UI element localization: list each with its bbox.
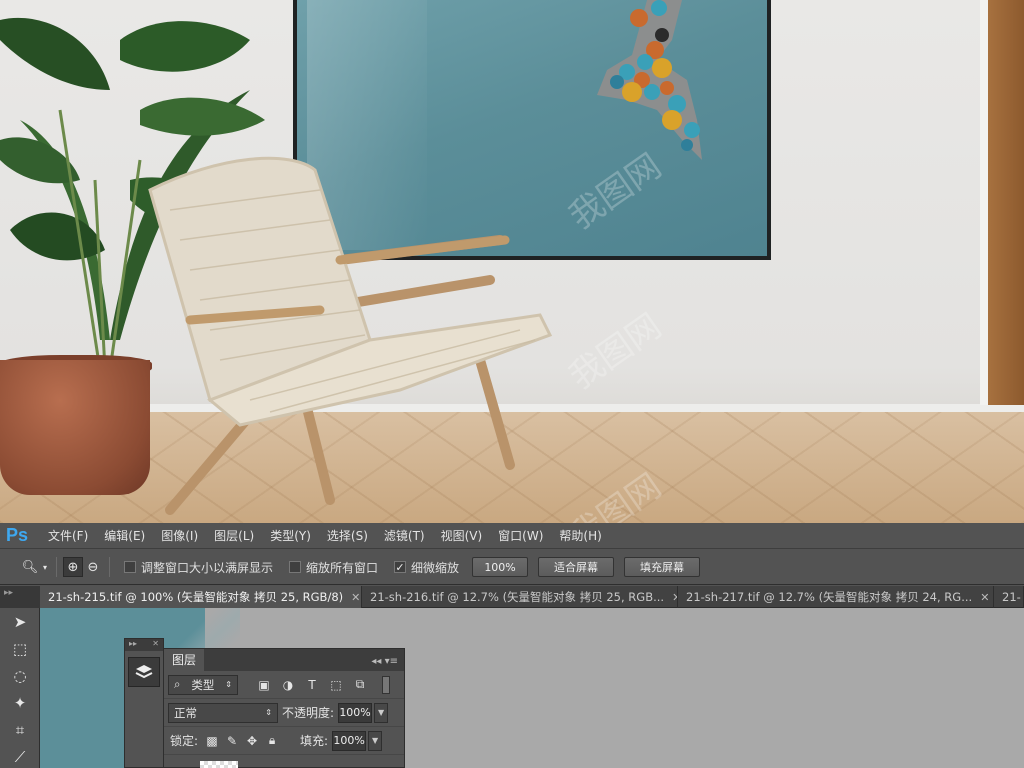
- magic-wand-tool-icon[interactable]: ✦: [0, 689, 40, 716]
- menu-image[interactable]: 图像(I): [153, 527, 206, 544]
- filter-toggle[interactable]: [382, 675, 390, 694]
- filter-type-select[interactable]: ⌕ 类型 ⇕: [168, 674, 238, 695]
- document-tab-bar: ▸▸ 21-sh-215.tif @ 100% (矢量智能对象 拷贝 25, R…: [0, 586, 1024, 608]
- options-bar: 🔍︎ ▾ ⊕ ⊖ 调整窗口大小以满屏显示 缩放所有窗口 ✓ 细微缩放 100% …: [0, 550, 1024, 585]
- eyedropper-tool-icon[interactable]: ⟋: [0, 743, 40, 768]
- beaded-bird-sculpture: [597, 0, 702, 160]
- menu-help[interactable]: 帮助(H): [551, 527, 609, 544]
- move-tool-icon[interactable]: ➤: [0, 608, 40, 635]
- layer-filter-row: ⌕ 类型 ⇕ ▣ ◑ T ⬚ ⧉: [164, 671, 404, 699]
- adjustment-filter-icon[interactable]: ◑: [276, 678, 300, 692]
- menu-layer[interactable]: 图层(L): [206, 527, 262, 544]
- zoom-tool-preset-icon[interactable]: 🔍︎: [20, 557, 40, 577]
- blend-mode-value: 正常: [174, 705, 197, 720]
- lock-pixels-icon[interactable]: ✎: [222, 734, 242, 748]
- checkbox-checked[interactable]: ✓: [394, 561, 407, 574]
- scrubby-zoom-label: 细微缩放: [411, 560, 460, 575]
- layers-panel-header: 图层 ◂◂ ▾≡: [164, 649, 404, 671]
- tools-panel: ➤ ⬚ ◌ ✦ ⌗ ⟋: [0, 608, 40, 768]
- blend-mode-select[interactable]: 正常 ⇕: [168, 702, 278, 723]
- zoom-100-button[interactable]: 100%: [472, 557, 529, 577]
- lock-fill-row: 锁定: ▩ ✎ ✥ 🔒︎ 填充: 100% ▼: [164, 727, 404, 755]
- panel-menu-icon[interactable]: ◂◂ ▾≡: [371, 656, 404, 671]
- shape-filter-icon[interactable]: ⬚: [324, 678, 348, 692]
- lasso-tool-icon[interactable]: ◌: [0, 662, 40, 689]
- collapsed-panel-dock: ▸▸ ✕: [124, 638, 164, 768]
- opacity-input[interactable]: 100%: [338, 702, 373, 723]
- lock-position-icon[interactable]: ✥: [242, 734, 262, 748]
- doc-tab-overflow[interactable]: 21-: [994, 586, 1024, 608]
- chevron-down-icon[interactable]: ▼: [368, 730, 383, 751]
- resize-windows-label: 调整窗口大小以满屏显示: [141, 560, 274, 575]
- door-trim: [980, 0, 988, 405]
- lock-label: 锁定:: [170, 734, 199, 748]
- pixel-filter-icon[interactable]: ▣: [252, 678, 276, 692]
- resize-windows-checkbox[interactable]: 调整窗口大小以满屏显示: [124, 559, 273, 576]
- search-icon: ⌕: [174, 677, 181, 691]
- menu-window[interactable]: 窗口(W): [490, 527, 551, 544]
- menu-edit[interactable]: 编辑(E): [96, 527, 153, 544]
- separator: [109, 557, 110, 577]
- menu-filter[interactable]: 滤镜(T): [376, 527, 433, 544]
- lock-transparency-icon[interactable]: ▩: [202, 734, 222, 748]
- blend-opacity-row: 正常 ⇕ 不透明度: 100% ▼: [164, 699, 404, 727]
- doc-tab-215[interactable]: 21-sh-215.tif @ 100% (矢量智能对象 拷贝 25, RGB/…: [40, 586, 362, 608]
- dock-header[interactable]: ▸▸ ✕: [125, 639, 163, 651]
- zoom-all-label: 缩放所有窗口: [306, 560, 379, 575]
- crop-tool-icon[interactable]: ⌗: [0, 716, 40, 743]
- collapse-toolbar-icon[interactable]: ▸▸: [0, 586, 40, 608]
- marquee-tool-icon[interactable]: ⬚: [0, 635, 40, 662]
- menu-file[interactable]: 文件(F): [40, 527, 96, 544]
- layer-thumbnail[interactable]: [200, 761, 238, 768]
- fill-screen-button[interactable]: 填充屏幕: [624, 557, 701, 577]
- fill-input[interactable]: 100%: [332, 730, 367, 751]
- layers-tab[interactable]: 图层: [164, 649, 205, 671]
- checkbox-box[interactable]: [289, 561, 302, 573]
- separator: [56, 557, 57, 577]
- menu-type[interactable]: 类型(Y): [262, 527, 319, 544]
- filter-type-value: 类型: [191, 677, 215, 692]
- preset-dropdown-icon[interactable]: ▾: [40, 557, 50, 577]
- fill-label: 填充:: [300, 734, 329, 748]
- zoom-out-icon[interactable]: ⊖: [83, 557, 103, 577]
- tab-label: 21-sh-217.tif @ 12.7% (矢量智能对象 拷贝 24, RG.…: [686, 590, 973, 604]
- wooden-door: [988, 0, 1024, 405]
- menu-bar: Ps 文件(F) 编辑(E) 图像(I) 图层(L) 类型(Y) 选择(S) 滤…: [0, 523, 1024, 549]
- photoshop-logo: Ps: [6, 525, 29, 545]
- chevron-down-icon[interactable]: ▼: [374, 702, 389, 723]
- doc-tab-216[interactable]: 21-sh-216.tif @ 12.7% (矢量智能对象 拷贝 25, RGB…: [362, 586, 678, 608]
- fit-screen-button[interactable]: 适合屏幕: [538, 557, 615, 577]
- checkbox-box[interactable]: [124, 561, 136, 573]
- tab-label: 21-sh-215.tif @ 100% (矢量智能对象 拷贝 25, RGB/…: [48, 590, 344, 604]
- close-icon[interactable]: ✕: [980, 591, 989, 604]
- opacity-label: 不透明度:: [282, 706, 335, 720]
- zoom-in-icon[interactable]: ⊕: [63, 557, 83, 577]
- tab-label: 21-sh-216.tif @ 12.7% (矢量智能对象 拷贝 25, RGB…: [370, 590, 665, 604]
- menu-view[interactable]: 视图(V): [433, 527, 491, 544]
- layers-panel-icon[interactable]: [128, 657, 160, 687]
- scrubby-zoom-checkbox[interactable]: ✓ 细微缩放: [394, 559, 459, 576]
- type-filter-icon[interactable]: T: [300, 678, 324, 692]
- woven-armchair: [148, 156, 553, 515]
- layers-panel: 图层 ◂◂ ▾≡ ⌕ 类型 ⇕ ▣ ◑ T ⬚ ⧉ 正常 ⇕ 不透明度: 100…: [163, 648, 405, 768]
- zoom-all-checkbox[interactable]: 缩放所有窗口: [289, 559, 378, 576]
- lock-all-icon[interactable]: 🔒︎: [262, 733, 282, 748]
- menu-select[interactable]: 选择(S): [319, 527, 376, 544]
- close-icon[interactable]: ✕: [351, 591, 360, 604]
- svg-text:我图网: 我图网: [562, 306, 668, 397]
- document-photo: 我图网 我图网 我图网 我图网: [0, 0, 1024, 523]
- chevron-updown-icon: ⇕: [265, 708, 272, 717]
- smart-object-filter-icon[interactable]: ⧉: [348, 677, 372, 692]
- doc-tab-217[interactable]: 21-sh-217.tif @ 12.7% (矢量智能对象 拷贝 24, RG.…: [678, 586, 994, 608]
- chevron-updown-icon: ⇕: [225, 680, 232, 689]
- tab-label: 21-: [1002, 590, 1021, 604]
- terracotta-pot: [0, 360, 150, 495]
